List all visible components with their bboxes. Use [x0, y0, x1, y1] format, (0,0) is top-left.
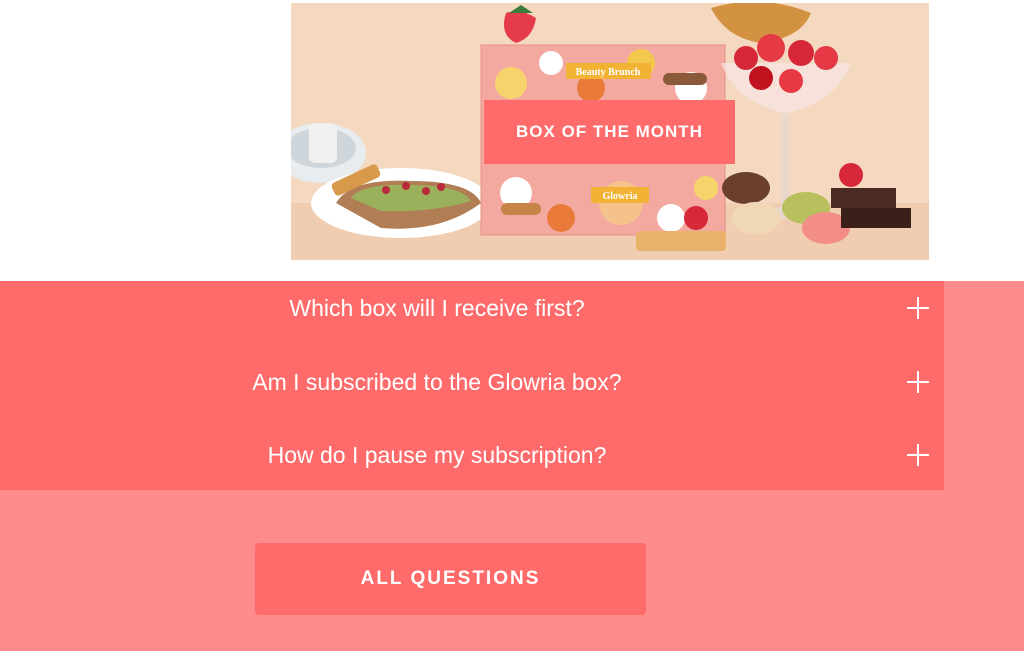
plus-icon[interactable] — [907, 297, 929, 319]
all-questions-button[interactable]: ALL QUESTIONS — [255, 543, 646, 615]
faq-question: Which box will I receive first? — [289, 294, 585, 321]
hero-image: Beauty Brunch Glowria BOX OF THE MONTH — [291, 3, 929, 260]
faq-question: Am I subscribed to the Glowria box? — [252, 368, 622, 395]
faq-section: Which box will I receive first? Am I sub… — [0, 281, 1024, 651]
faq-item-pause[interactable]: How do I pause my subscription? — [0, 425, 944, 485]
faq-item-subscribed[interactable]: Am I subscribed to the Glowria box? — [0, 352, 944, 412]
faq-question: How do I pause my subscription? — [267, 441, 607, 468]
box-label-top: Beauty Brunch — [576, 67, 641, 78]
faq-panel: Which box will I receive first? Am I sub… — [0, 281, 944, 490]
plus-icon[interactable] — [907, 444, 929, 466]
faq-item-first-box[interactable]: Which box will I receive first? — [0, 278, 944, 338]
box-label-bottom: Glowria — [603, 191, 638, 202]
box-of-the-month-badge[interactable]: BOX OF THE MONTH — [484, 100, 735, 164]
plus-icon[interactable] — [907, 371, 929, 393]
